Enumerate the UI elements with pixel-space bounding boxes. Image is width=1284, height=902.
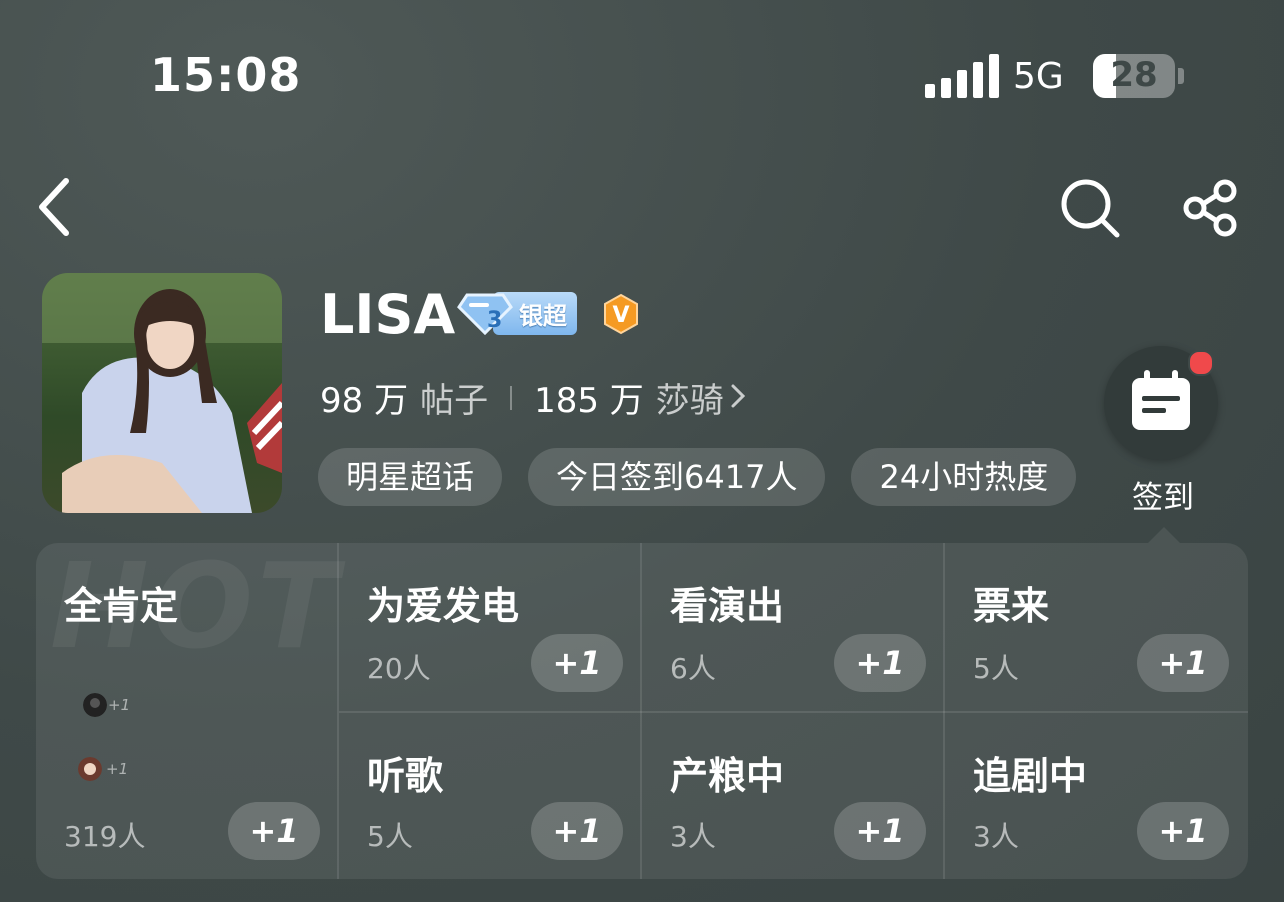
network-type: 5G bbox=[1013, 56, 1064, 97]
plus-one-button[interactable]: +1 bbox=[834, 634, 926, 692]
posts-count: 98 万 bbox=[320, 381, 409, 421]
mood-cell[interactable]: 产粮中 3人 +1 bbox=[642, 713, 943, 879]
mood-name: 看演出 bbox=[670, 584, 785, 628]
battery-icon: 28 bbox=[1093, 54, 1175, 98]
plus-one-button[interactable]: +1 bbox=[228, 802, 320, 860]
posts-label: 帖子 bbox=[420, 381, 489, 421]
back-icon bbox=[39, 178, 69, 236]
notification-dot bbox=[1188, 350, 1214, 376]
tag-list: 明星超话 今日签到6417人 24小时热度 bbox=[318, 448, 1092, 508]
battery-level: 28 bbox=[1110, 55, 1158, 95]
chevron-right-icon bbox=[730, 378, 746, 418]
mood-name: 产粮中 bbox=[670, 754, 785, 798]
mood-count: 3人 bbox=[973, 820, 1019, 853]
topic-stats[interactable]: 98 万 帖子 185 万 莎骑 bbox=[320, 373, 746, 422]
plus-one-button[interactable]: +1 bbox=[531, 634, 623, 692]
mood-cell[interactable]: 追剧中 3人 +1 bbox=[945, 713, 1248, 879]
tag-chip[interactable]: 今日签到6417人 bbox=[528, 448, 826, 506]
mini-plus: +1 bbox=[108, 696, 131, 714]
back-button[interactable] bbox=[22, 175, 86, 239]
avatar[interactable] bbox=[42, 273, 282, 513]
svg-text:V: V bbox=[612, 303, 629, 328]
mood-count: 5人 bbox=[367, 820, 413, 853]
fans-label: 莎骑 bbox=[655, 381, 724, 421]
mood-count: 5人 bbox=[973, 652, 1019, 685]
mood-count: 3人 bbox=[670, 820, 716, 853]
signal-icon bbox=[925, 54, 999, 98]
share-icon bbox=[1183, 179, 1237, 237]
plus-one-button[interactable]: +1 bbox=[1137, 802, 1229, 860]
sign-in-label[interactable]: 签到 bbox=[1104, 472, 1222, 517]
mood-cell[interactable]: 听歌 5人 +1 bbox=[339, 713, 640, 879]
share-button[interactable] bbox=[1178, 176, 1242, 240]
mood-cell-featured[interactable]: 全肯定 +1 +1 319人 +1 bbox=[36, 543, 337, 879]
mood-name: 追剧中 bbox=[973, 754, 1088, 798]
verified-icon: V bbox=[604, 293, 638, 335]
mood-name: 票来 bbox=[973, 584, 1050, 628]
tag-chip[interactable]: 明星超话 bbox=[318, 448, 503, 506]
mood-name: 全肯定 bbox=[64, 584, 179, 628]
plus-one-button[interactable]: +1 bbox=[834, 802, 926, 860]
status-time: 15:08 bbox=[150, 48, 302, 102]
mood-cell[interactable]: 票来 5人 +1 bbox=[945, 543, 1248, 711]
mini-plus: +1 bbox=[106, 760, 129, 778]
mood-count: 319人 bbox=[64, 820, 146, 853]
diamond-icon: 3 bbox=[457, 293, 513, 335]
mood-name: 听歌 bbox=[367, 754, 444, 798]
silver-level-badge[interactable]: 3 银超 bbox=[457, 291, 577, 335]
avatar bbox=[83, 693, 107, 717]
topic-title: LISA bbox=[320, 283, 456, 346]
mood-count: 6人 bbox=[670, 652, 716, 685]
battery-tip bbox=[1178, 68, 1184, 84]
mood-count: 20人 bbox=[367, 652, 431, 685]
mood-cell[interactable]: 为爱发电 20人 +1 bbox=[339, 543, 640, 711]
avatar bbox=[78, 757, 102, 781]
mood-cell[interactable]: 看演出 6人 +1 bbox=[642, 543, 943, 711]
search-button[interactable] bbox=[1058, 176, 1122, 240]
mood-name: 为爱发电 bbox=[367, 584, 520, 628]
mood-panel: HOT 全肯定 +1 +1 319人 +1 为爱发电 20人 +1 看演出 6人… bbox=[36, 543, 1248, 879]
plus-one-button[interactable]: +1 bbox=[531, 802, 623, 860]
tag-chip[interactable]: 24小时热度 bbox=[851, 448, 1077, 506]
plus-one-button[interactable]: +1 bbox=[1137, 634, 1229, 692]
stats-divider bbox=[510, 385, 513, 410]
panel-pointer bbox=[1148, 527, 1180, 543]
search-icon bbox=[1061, 179, 1120, 238]
svg-text:3: 3 bbox=[487, 308, 502, 333]
fans-count: 185 万 bbox=[534, 381, 644, 421]
verified-badge: V bbox=[602, 293, 640, 339]
